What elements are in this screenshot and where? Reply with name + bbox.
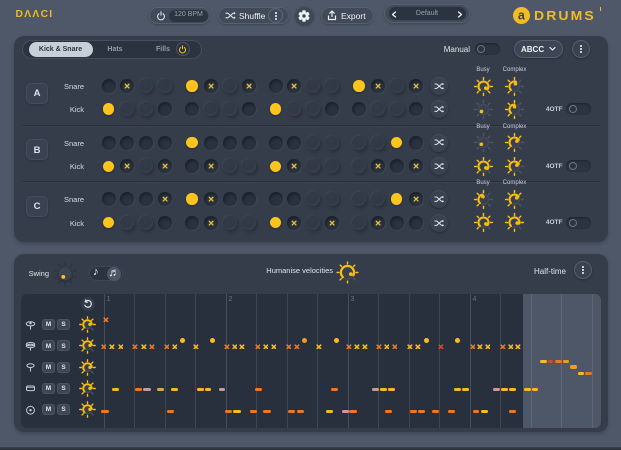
svg-text:a: a: [518, 8, 526, 22]
